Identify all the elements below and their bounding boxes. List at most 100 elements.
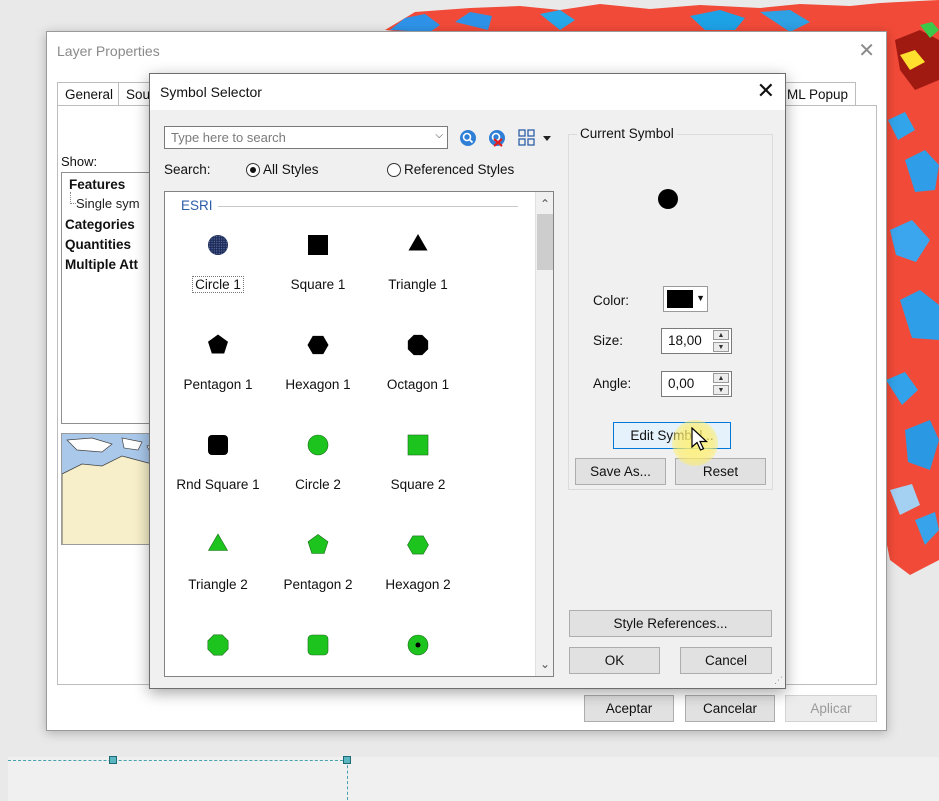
selection-handle[interactable] xyxy=(109,756,117,764)
search-icon[interactable] xyxy=(458,128,478,148)
selection-outline xyxy=(8,760,348,761)
symbol-item[interactable]: Square 1 xyxy=(268,225,368,321)
symbol-label: Hexagon 2 xyxy=(368,577,468,592)
decrease-icon[interactable]: ▼ xyxy=(713,385,729,395)
decrease-icon[interactable]: ▼ xyxy=(713,342,729,352)
angle-label: Angle: xyxy=(593,376,632,391)
symbol-label: Octagon 1 xyxy=(368,377,468,392)
symbol-circle-icon xyxy=(307,434,329,456)
symbol-item[interactable]: Triangle 2 xyxy=(168,525,268,621)
chevron-down-icon[interactable]: ⌵ xyxy=(435,130,443,141)
gallery-scrollbar[interactable]: ⌃ ⌄ xyxy=(535,192,553,676)
current-symbol-legend: Current Symbol xyxy=(577,126,677,141)
referenced-styles-radio[interactable] xyxy=(387,163,401,177)
all-styles-radio[interactable] xyxy=(246,163,260,177)
symbol-item[interactable]: Circle 1 xyxy=(168,225,268,321)
current-symbol-preview xyxy=(658,189,678,209)
symbol-circle-dot-icon xyxy=(407,634,429,656)
symbol-pentagon-icon xyxy=(307,534,329,554)
symbol-hexagon-icon xyxy=(307,335,329,355)
selection-handle[interactable] xyxy=(343,756,351,764)
scroll-up-icon[interactable]: ⌃ xyxy=(536,194,553,214)
search-combobox[interactable]: ⌵ xyxy=(164,126,448,149)
color-picker[interactable]: ▼ xyxy=(663,286,708,312)
group-divider xyxy=(218,206,518,207)
symbol-item[interactable]: Triangle 1 xyxy=(368,225,468,321)
symbol-octagon-icon xyxy=(207,634,229,656)
tree-item-quantities[interactable]: Quantities xyxy=(65,237,131,252)
caret-down-icon: ▼ xyxy=(696,293,705,303)
current-symbol-group: Current Symbol Color: ▼ Size: 18,00 ▲ ▼ … xyxy=(568,126,773,490)
tab-html-popup[interactable]: ML Popup xyxy=(780,82,857,106)
symbol-square-icon xyxy=(308,235,328,255)
clear-search-icon[interactable] xyxy=(487,128,507,148)
tree-item-multiple-attributes[interactable]: Multiple Att xyxy=(65,257,138,272)
symbol-item[interactable]: Pentagon 2 xyxy=(268,525,368,621)
symbol-label: Circle 1 xyxy=(168,276,268,293)
window-title: Layer Properties xyxy=(57,43,160,59)
dialog-title: Symbol Selector xyxy=(160,84,262,100)
close-icon[interactable]: ✕ xyxy=(858,38,875,63)
scrollbar-thumb[interactable] xyxy=(537,214,553,270)
color-label: Color: xyxy=(593,293,630,308)
symbol-item[interactable] xyxy=(268,625,368,676)
increase-icon[interactable]: ▲ xyxy=(713,373,729,383)
accept-button[interactable]: Aceptar xyxy=(584,695,674,722)
symbol-label: Pentagon 2 xyxy=(268,577,368,592)
color-swatch xyxy=(667,290,693,308)
ok-button[interactable]: OK xyxy=(569,647,660,674)
symbol-triangle-icon xyxy=(408,234,428,251)
size-label: Size: xyxy=(593,333,624,348)
cancel-button[interactable]: Cancel xyxy=(680,647,772,674)
symbol-label-text: Hexagon 2 xyxy=(385,577,451,592)
symbol-selector-dialog: Symbol Selector ✕ ⌵ Search: All Styles R… xyxy=(149,73,786,689)
symbol-pentagon-icon xyxy=(208,334,228,354)
symbol-rnd-square-icon xyxy=(307,634,329,656)
show-label: Show: xyxy=(61,154,98,169)
all-styles-label[interactable]: All Styles xyxy=(263,162,319,177)
style-references-button[interactable]: Style References... xyxy=(569,610,772,637)
angle-value[interactable]: 0,00 xyxy=(662,372,712,396)
tree-item-single-symbol[interactable]: Single sym xyxy=(70,192,140,211)
symbol-item[interactable]: Octagon 1 xyxy=(368,325,468,421)
symbol-item[interactable] xyxy=(168,625,268,676)
group-label: ESRI xyxy=(181,198,213,213)
save-as-button[interactable]: Save As... xyxy=(575,458,666,485)
scroll-down-icon[interactable]: ⌄ xyxy=(536,654,553,674)
resize-grip-icon[interactable]: ⋰ xyxy=(774,675,783,686)
symbol-label: Triangle 1 xyxy=(368,277,468,292)
cancel-button[interactable]: Cancelar xyxy=(685,695,775,722)
symbol-label-text: Circle 2 xyxy=(295,477,341,492)
symbol-label: Triangle 2 xyxy=(168,577,268,592)
symbol-item[interactable]: Hexagon 1 xyxy=(268,325,368,421)
apply-button[interactable]: Aplicar xyxy=(785,695,877,722)
search-input[interactable] xyxy=(165,127,427,148)
selection-outline-right xyxy=(347,760,348,800)
symbol-square-icon xyxy=(407,434,429,456)
referenced-styles-label[interactable]: Referenced Styles xyxy=(404,162,514,177)
close-icon[interactable]: ✕ xyxy=(757,78,775,104)
mouse-pointer-icon xyxy=(691,427,709,451)
symbol-label-text: Hexagon 1 xyxy=(285,377,351,392)
increase-icon[interactable]: ▲ xyxy=(713,330,729,340)
view-options-icon[interactable] xyxy=(517,128,557,148)
symbol-item[interactable] xyxy=(368,625,468,676)
symbol-label: Circle 2 xyxy=(268,477,368,492)
size-value[interactable]: 18,00 xyxy=(662,329,712,353)
dialog-titlebar: Symbol Selector ✕ xyxy=(150,74,785,110)
symbol-label-text: Square 2 xyxy=(390,477,446,492)
search-label: Search: xyxy=(164,162,211,177)
symbol-item[interactable]: Square 2 xyxy=(368,425,468,521)
size-spinner[interactable]: 18,00 ▲ ▼ xyxy=(661,328,732,354)
symbol-item[interactable]: Hexagon 2 xyxy=(368,525,468,621)
symbol-label-text: Octagon 1 xyxy=(386,377,450,392)
symbol-item[interactable]: Pentagon 1 xyxy=(168,325,268,421)
angle-spinner[interactable]: 0,00 ▲ ▼ xyxy=(661,371,732,397)
symbol-item[interactable]: Circle 2 xyxy=(268,425,368,521)
tab-general[interactable]: General xyxy=(57,82,122,106)
tree-item-features[interactable]: Features xyxy=(69,177,125,192)
symbol-circle-dotted-icon xyxy=(208,235,228,255)
symbol-item[interactable]: Rnd Square 1 xyxy=(168,425,268,521)
tree-item-categories[interactable]: Categories xyxy=(65,217,135,232)
symbol-label-text: Triangle 1 xyxy=(388,277,448,292)
